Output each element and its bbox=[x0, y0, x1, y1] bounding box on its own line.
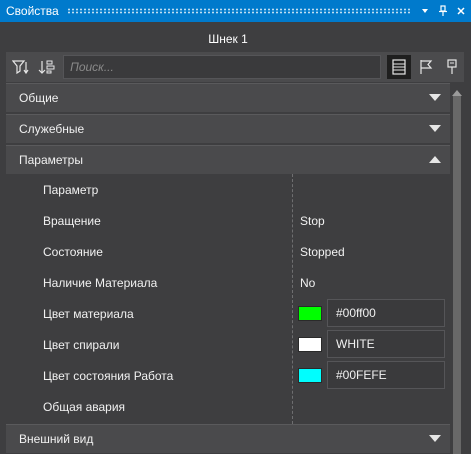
category-label: Параметры bbox=[19, 153, 83, 167]
property-name: Цвет состояния Работа bbox=[43, 368, 174, 383]
color-value-field[interactable]: #00FEFE bbox=[327, 361, 445, 389]
scroll-up-icon[interactable] bbox=[452, 86, 462, 96]
property-name: Цвет материала bbox=[43, 306, 134, 321]
pin-icon[interactable] bbox=[435, 3, 451, 19]
property-value[interactable]: Stopped bbox=[300, 245, 345, 259]
category-label: Общие bbox=[19, 91, 59, 105]
color-swatch[interactable] bbox=[298, 337, 322, 352]
property-value[interactable]: Stop bbox=[300, 214, 325, 228]
object-heading: Шнек 1 bbox=[208, 32, 248, 46]
bookmark-icon[interactable] bbox=[440, 55, 464, 79]
property-name: Параметр bbox=[43, 182, 99, 197]
color-swatch[interactable] bbox=[298, 368, 322, 383]
chevron-down-icon[interactable] bbox=[420, 435, 450, 443]
property-row[interactable]: Параметр bbox=[6, 174, 450, 205]
property-name: Вращение bbox=[43, 213, 101, 228]
chevron-down-icon[interactable] bbox=[417, 3, 433, 19]
category-general[interactable]: Общие bbox=[6, 83, 450, 112]
properties-toolbar bbox=[6, 52, 464, 82]
property-name: Наличие Материала bbox=[43, 275, 158, 290]
category-label: Внешний вид bbox=[19, 432, 94, 446]
color-value-field[interactable]: WHITE bbox=[327, 330, 445, 358]
property-name: Общая авария bbox=[43, 399, 126, 414]
title-bar: Свойства bbox=[0, 0, 471, 22]
property-row[interactable]: Цвет состояния Работа #00FEFE bbox=[6, 360, 450, 391]
property-row[interactable]: Общая авария bbox=[6, 391, 450, 422]
property-name: Цвет спирали bbox=[43, 337, 120, 352]
sort-icon[interactable] bbox=[36, 55, 60, 79]
chevron-down-icon[interactable] bbox=[420, 125, 450, 133]
category-params[interactable]: Параметры bbox=[6, 145, 450, 174]
property-row[interactable]: Цвет материала #00ff00 bbox=[6, 298, 450, 329]
color-swatch[interactable] bbox=[298, 306, 322, 321]
property-grid: Параметр Вращение Stop Состояние Stopped… bbox=[6, 174, 450, 424]
drag-grip[interactable] bbox=[66, 8, 411, 14]
color-value-field[interactable]: #00ff00 bbox=[327, 299, 445, 327]
chevron-down-icon[interactable] bbox=[420, 94, 450, 102]
property-name: Состояние bbox=[43, 244, 103, 259]
properties-panel: Шнек 1 Общие Служебные Параметры П bbox=[0, 22, 471, 454]
window-title: Свойства bbox=[6, 4, 59, 18]
category-appearance[interactable]: Внешний вид bbox=[6, 424, 450, 453]
search-input[interactable] bbox=[63, 55, 382, 79]
close-icon[interactable] bbox=[453, 3, 469, 19]
category-service[interactable]: Служебные bbox=[6, 114, 450, 143]
filter-icon[interactable] bbox=[9, 55, 33, 79]
property-row[interactable]: Наличие Материала No bbox=[6, 267, 450, 298]
property-value[interactable]: No bbox=[300, 276, 315, 290]
category-label: Служебные bbox=[19, 122, 85, 136]
property-row[interactable]: Вращение Stop bbox=[6, 205, 450, 236]
flag-icon[interactable] bbox=[414, 55, 438, 79]
chevron-up-icon[interactable] bbox=[420, 156, 450, 164]
scrollbar-thumb[interactable] bbox=[453, 96, 461, 454]
property-row[interactable]: Состояние Stopped bbox=[6, 236, 450, 267]
list-view-icon[interactable] bbox=[387, 55, 411, 79]
property-row[interactable]: Цвет спирали WHITE bbox=[6, 329, 450, 360]
